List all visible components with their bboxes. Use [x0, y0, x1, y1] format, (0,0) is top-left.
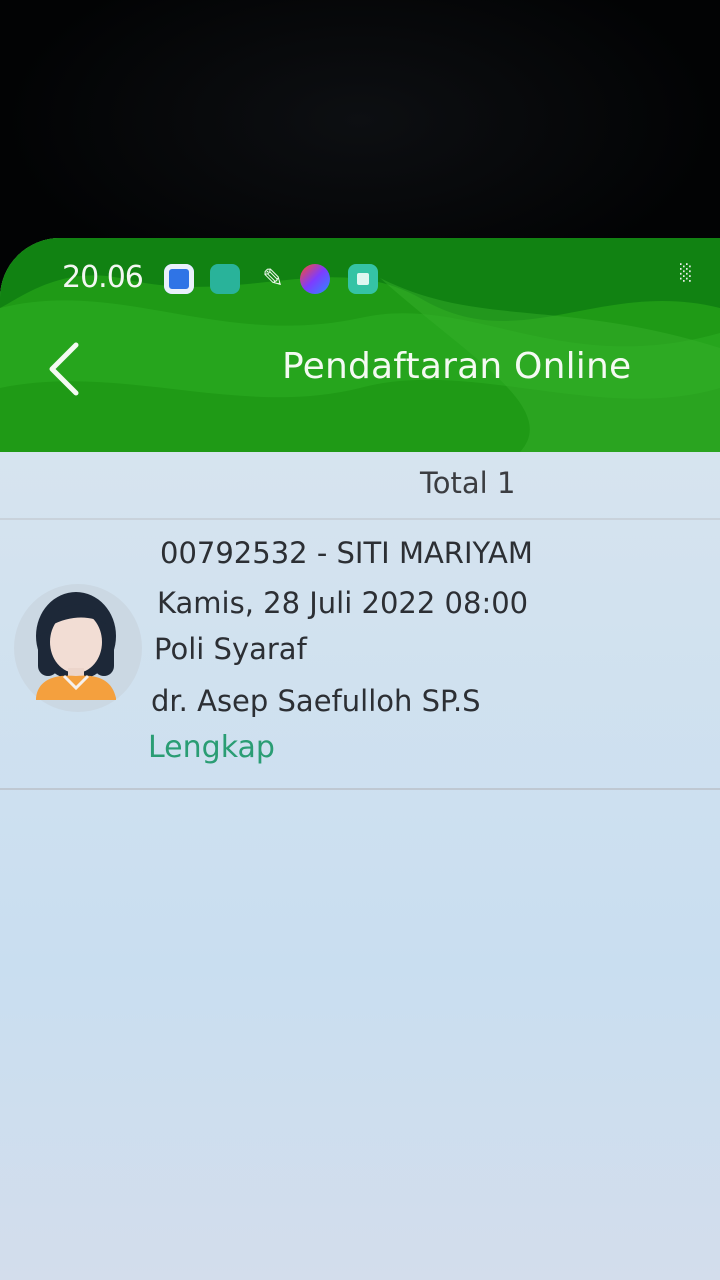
avatar	[14, 584, 142, 712]
app-screen: 20.06 ✎ ░ Pendaftaran Online Total 1 007…	[0, 238, 720, 1280]
appointment-datetime: Kamis, 28 Juli 2022 08:00	[157, 586, 529, 620]
patient-id-name: 00792532 - SITI MARIYAM	[160, 536, 533, 570]
app-header: 20.06 ✎ ░ Pendaftaran Online	[0, 238, 720, 452]
leaf-notification-icon: ✎	[262, 264, 284, 294]
registration-list-item[interactable]: 00792532 - SITI MARIYAM Kamis, 28 Juli 2…	[0, 520, 720, 790]
chat-notification-icon	[348, 264, 378, 294]
clinic-name: Poli Syaraf	[154, 632, 307, 666]
messenger-notification-icon	[300, 264, 330, 294]
chevron-left-icon	[49, 342, 79, 396]
signal-icon: ░	[680, 263, 693, 282]
app-notification-icon	[164, 264, 194, 294]
status-time: 20.06	[62, 260, 144, 295]
total-summary: Total 1	[0, 452, 720, 520]
doctor-name: dr. Asep Saefulloh SP.S	[151, 684, 481, 718]
status-bar: 20.06 ✎ ░	[0, 256, 720, 304]
total-count-label: Total 1	[420, 466, 516, 500]
registration-status: Lengkap	[148, 730, 275, 765]
navigation-bar: Pendaftaran Online	[0, 334, 720, 414]
download-notification-icon	[210, 264, 240, 294]
page-title: Pendaftaran Online	[282, 346, 632, 387]
woman-avatar-icon	[36, 592, 116, 700]
back-button[interactable]	[34, 334, 94, 404]
